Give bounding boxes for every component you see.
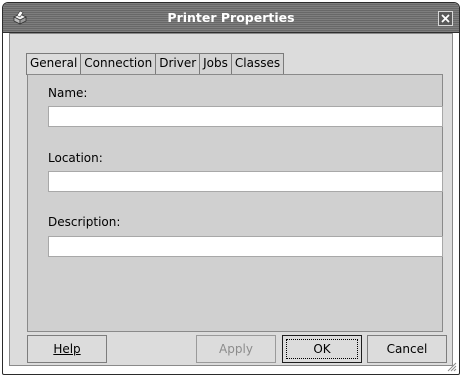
- tab-general[interactable]: General: [26, 53, 82, 75]
- close-button[interactable]: [438, 11, 453, 26]
- description-field[interactable]: [48, 236, 443, 257]
- focus-ring: [286, 339, 358, 359]
- name-field[interactable]: [48, 106, 443, 127]
- help-button-label: Help: [53, 342, 81, 356]
- tab-classes[interactable]: Classes: [230, 53, 285, 74]
- tab-jobs[interactable]: Jobs: [199, 53, 232, 74]
- title-bar[interactable]: Printer Properties: [3, 3, 459, 33]
- location-label: Location:: [48, 151, 103, 165]
- window-title: Printer Properties: [167, 10, 295, 25]
- tab-driver[interactable]: Driver: [155, 53, 201, 74]
- cancel-button-label: Cancel: [386, 342, 428, 356]
- general-tab-panel: Name: Location: Description:: [27, 74, 443, 332]
- printer-properties-window: Printer Properties General Connection Dr…: [2, 2, 460, 375]
- apply-button[interactable]: Apply: [196, 335, 276, 363]
- dialog-body: General Connection Driver Jobs Classes N…: [9, 33, 453, 366]
- cancel-button[interactable]: Cancel: [367, 335, 447, 363]
- help-button[interactable]: Help: [27, 335, 107, 363]
- tab-bar: General Connection Driver Jobs Classes: [26, 53, 285, 75]
- tab-connection[interactable]: Connection: [80, 53, 157, 74]
- apply-button-label: Apply: [219, 342, 253, 356]
- resize-grip-icon[interactable]: [446, 361, 457, 372]
- ok-button[interactable]: OK: [282, 335, 362, 363]
- name-label: Name:: [48, 86, 88, 100]
- description-label: Description:: [48, 215, 121, 229]
- close-icon: [441, 14, 450, 23]
- location-field[interactable]: [48, 171, 443, 192]
